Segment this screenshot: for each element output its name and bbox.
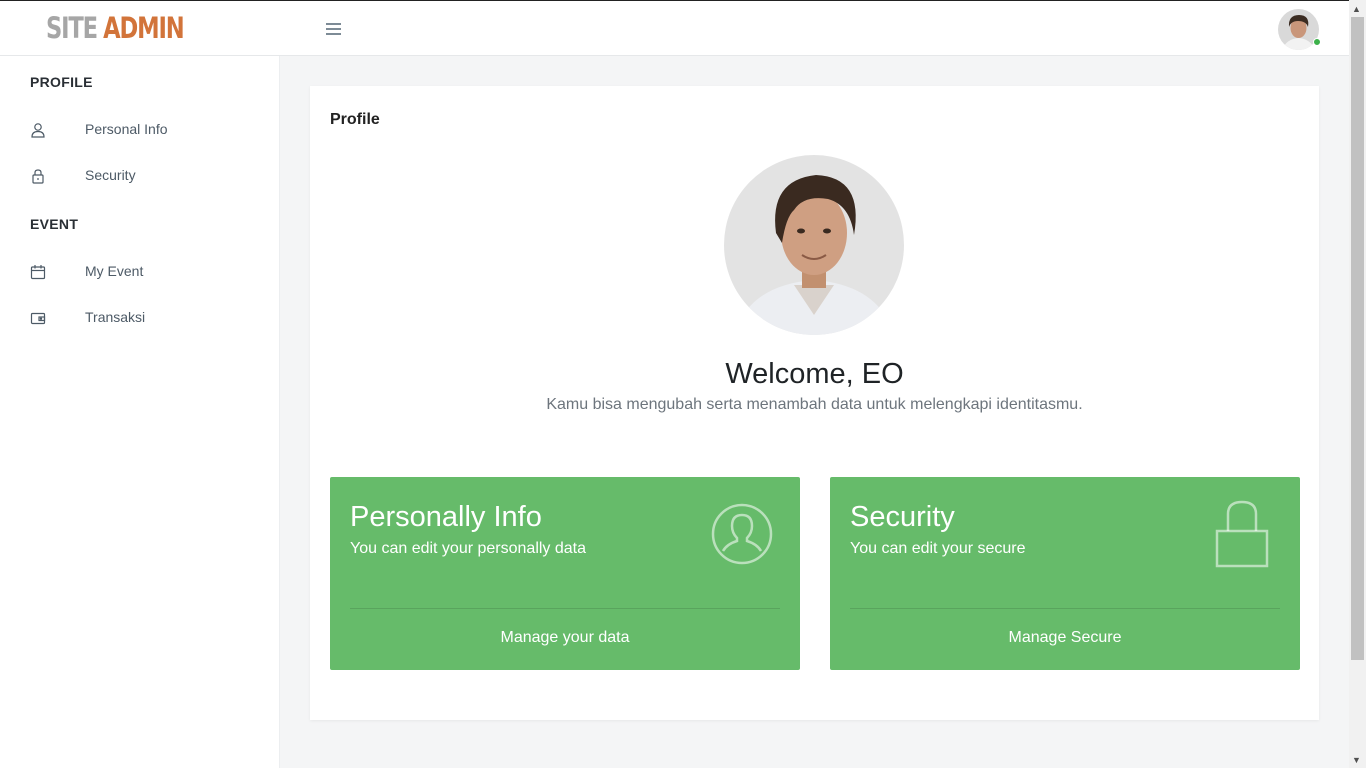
tile-divider bbox=[850, 608, 1280, 609]
tile-subtitle: You can edit your personally data bbox=[350, 540, 587, 557]
top-navbar: SITE ADMIN bbox=[0, 0, 1349, 56]
calendar-icon bbox=[30, 264, 46, 280]
sidebar: PROFILE Personal Info Security EVENT My … bbox=[0, 56, 280, 768]
user-circle-icon bbox=[711, 503, 773, 570]
profile-avatar bbox=[724, 155, 904, 335]
manage-data-link[interactable]: Manage your data bbox=[330, 629, 800, 647]
lock-icon bbox=[1215, 500, 1269, 573]
sidebar-item-security[interactable]: Security bbox=[0, 158, 280, 194]
scroll-down-icon[interactable]: ▼ bbox=[1352, 755, 1361, 765]
sidebar-item-personal-info[interactable]: Personal Info bbox=[0, 112, 280, 148]
personally-info-tile: Personally Info You can edit your person… bbox=[330, 477, 800, 670]
manage-secure-link[interactable]: Manage Secure bbox=[830, 629, 1300, 647]
sidebar-item-my-event[interactable]: My Event bbox=[0, 254, 280, 290]
tile-title: Personally Info bbox=[350, 501, 542, 533]
user-icon bbox=[30, 122, 46, 138]
lock-icon bbox=[30, 168, 46, 184]
sidebar-section-profile: PROFILE bbox=[30, 74, 93, 90]
tile-title: Security bbox=[850, 501, 955, 533]
sidebar-item-label: Security bbox=[85, 167, 136, 183]
scrollbar-thumb[interactable] bbox=[1351, 17, 1364, 660]
sidebar-item-transaksi[interactable]: Transaksi bbox=[0, 300, 280, 336]
logo-text-admin: ADMIN bbox=[103, 11, 184, 45]
tile-divider bbox=[350, 608, 780, 609]
profile-card: Profile Welcome, EO Kamu bisa mengubah s… bbox=[310, 86, 1319, 720]
site-logo[interactable]: SITE ADMIN bbox=[46, 11, 185, 45]
sidebar-item-label: My Event bbox=[85, 263, 144, 279]
scroll-up-icon[interactable]: ▲ bbox=[1352, 4, 1361, 14]
page-title: Profile bbox=[330, 111, 380, 128]
welcome-subtitle: Kamu bisa mengubah serta menambah data u… bbox=[546, 396, 1083, 413]
tile-subtitle: You can edit your secure bbox=[850, 540, 1026, 557]
wallet-icon bbox=[30, 310, 46, 326]
vertical-scrollbar[interactable]: ▲ ▼ bbox=[1349, 0, 1366, 768]
sidebar-item-label: Transaksi bbox=[85, 309, 146, 325]
online-status-dot bbox=[1313, 38, 1321, 46]
logo-text-site: SITE bbox=[46, 11, 98, 45]
welcome-heading: Welcome, EO bbox=[725, 358, 904, 390]
sidebar-item-label: Personal Info bbox=[85, 121, 168, 137]
hamburger-menu-icon[interactable] bbox=[326, 23, 341, 36]
security-tile: Security You can edit your secure Manage… bbox=[830, 477, 1300, 670]
sidebar-section-event: EVENT bbox=[30, 216, 79, 232]
